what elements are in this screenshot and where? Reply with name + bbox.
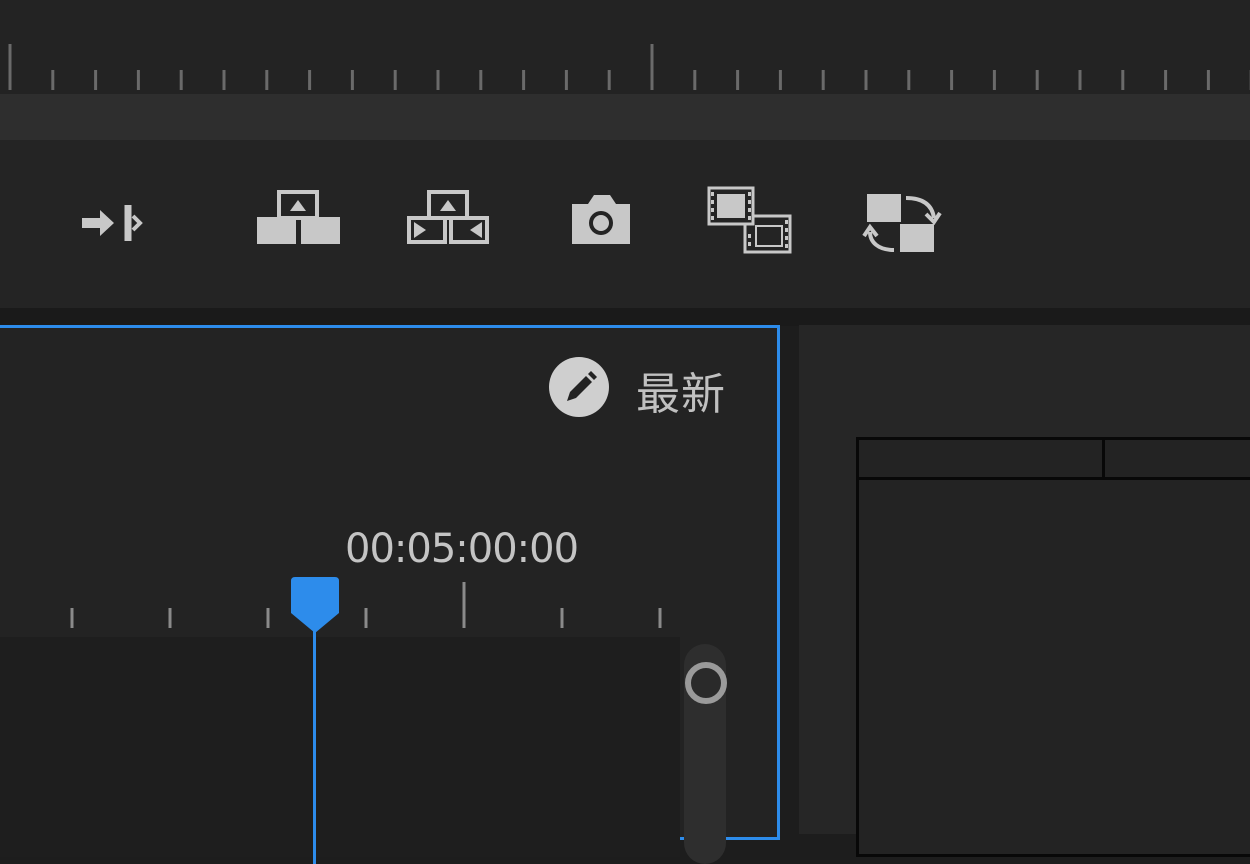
export-frame-button[interactable] (568, 180, 634, 270)
replace-clip-button[interactable] (862, 180, 942, 270)
extract-icon (407, 190, 489, 244)
film-strip-icon (707, 186, 792, 254)
right-frame (856, 437, 1250, 857)
playhead-line (313, 624, 316, 864)
scroll-handle[interactable] (685, 662, 727, 704)
extract-button[interactable] (405, 180, 493, 270)
panel-gap (0, 308, 1250, 326)
track-area[interactable] (0, 637, 680, 857)
top-time-ruler[interactable] (0, 0, 1250, 94)
lift-icon (257, 190, 340, 244)
insert-edit-icon (82, 205, 143, 241)
playhead-handle[interactable] (289, 577, 341, 635)
timecode-label: 00:05:00:00 (345, 526, 579, 572)
camera-icon (572, 195, 630, 244)
right-panel (799, 325, 1250, 857)
swap-icon (862, 194, 942, 252)
right-frame-header (859, 440, 1250, 480)
edit-button[interactable] (548, 356, 610, 418)
timeline-panel[interactable]: 最新 00:05:00:00 (0, 325, 780, 864)
program-monitor-toolbar (0, 140, 1250, 308)
top-ruler-ticks (8, 44, 1250, 90)
insert-clip-button[interactable] (706, 180, 796, 270)
right-frame-divider (1102, 440, 1105, 477)
top-scroll-strip[interactable] (0, 94, 1250, 140)
pencil-icon (549, 357, 609, 417)
lift-button[interactable] (255, 180, 343, 270)
latest-label: 最新 (636, 369, 726, 420)
insert-edit-button[interactable] (78, 180, 150, 270)
